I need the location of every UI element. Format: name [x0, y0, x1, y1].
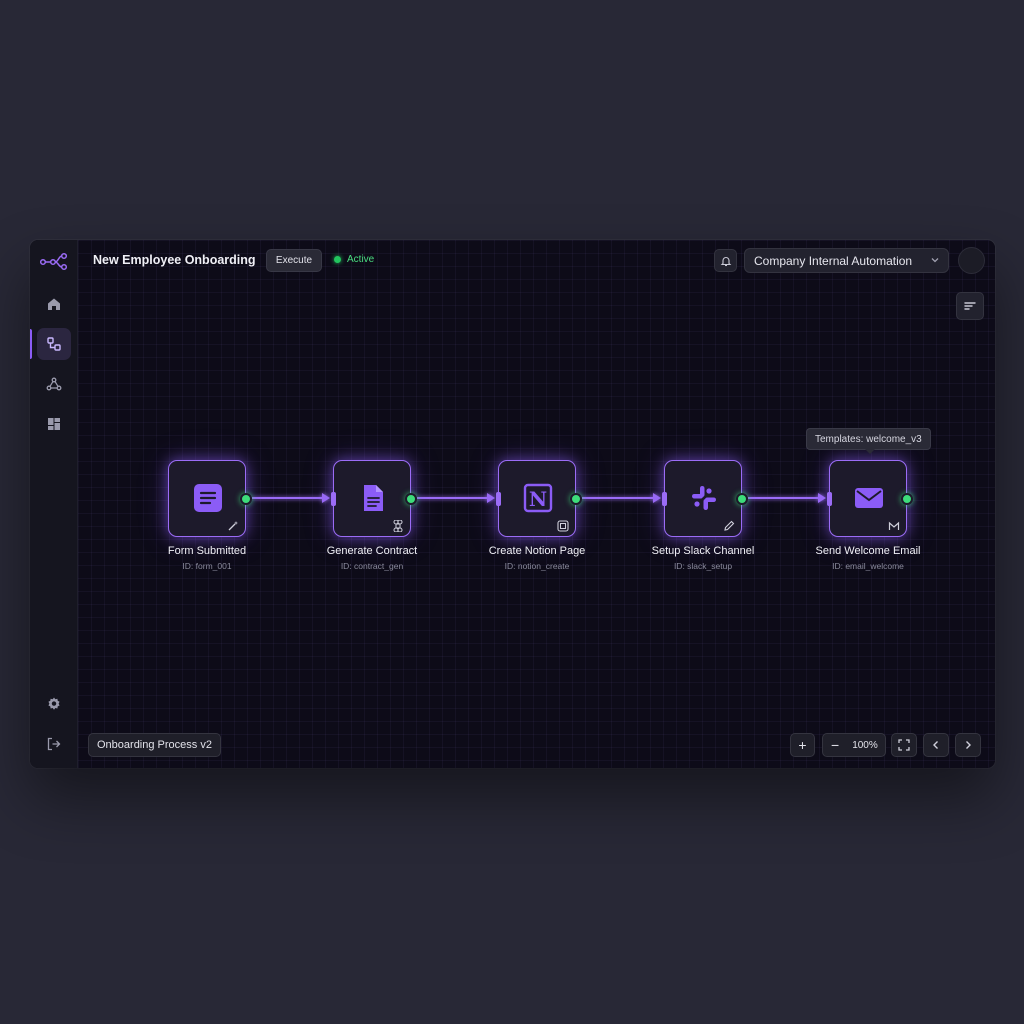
zoom-control: − 100%: [822, 733, 886, 757]
workflow-node[interactable]: [662, 460, 748, 537]
plus-icon: +: [798, 737, 807, 753]
workflow-node[interactable]: [168, 460, 252, 537]
node-label: Form Submitted: [167, 545, 247, 557]
workflow-icon[interactable]: [37, 328, 71, 360]
execute-button[interactable]: Execute: [266, 249, 322, 272]
home-icon[interactable]: [37, 288, 71, 320]
command-icon: [392, 519, 404, 533]
notion-small-icon: [557, 519, 569, 532]
top-bar: New Employee Onboarding Execute Active C…: [78, 240, 995, 282]
hierarchy-icon[interactable]: [37, 368, 71, 400]
status-dot-icon: [334, 256, 341, 263]
slack-icon: [689, 483, 719, 513]
wand-icon: [227, 519, 239, 531]
workflow-node[interactable]: [827, 460, 913, 537]
node-label: Setup Slack Channel: [651, 545, 755, 557]
panel-toggle-button[interactable]: [956, 292, 984, 320]
zoom-in-button[interactable]: +: [790, 733, 815, 757]
bell-icon: [720, 256, 731, 266]
previous-button[interactable]: [923, 733, 949, 757]
input-port[interactable]: [331, 492, 336, 506]
node-id: ID: form_001: [182, 561, 232, 571]
workflow-canvas[interactable]: N Form Submitted ID: form_001 Generate C…: [78, 240, 995, 768]
version-label[interactable]: Onboarding Process v2: [88, 733, 221, 757]
workflow-node[interactable]: [331, 460, 417, 537]
node-label: Send Welcome Email: [815, 545, 921, 557]
chevron-down-icon: [931, 258, 939, 263]
status-label: Active: [347, 254, 375, 265]
chevron-right-icon: [966, 741, 971, 749]
fit-view-button[interactable]: [891, 733, 917, 757]
logo-workflow-icon[interactable]: [37, 245, 71, 277]
output-port[interactable]: [570, 493, 582, 505]
gear-icon[interactable]: [37, 688, 71, 720]
output-port[interactable]: [736, 493, 748, 505]
input-port[interactable]: [662, 492, 667, 506]
node-id: ID: slack_setup: [673, 561, 733, 571]
output-port[interactable]: [405, 493, 417, 505]
fullscreen-icon: [898, 739, 910, 751]
svg-text:N: N: [529, 487, 547, 511]
mail-icon: [854, 483, 884, 513]
document-icon: [358, 483, 388, 513]
input-port[interactable]: [496, 492, 501, 506]
node-label: Create Notion Page: [488, 545, 586, 557]
app-window: N Form Submitted ID: form_001 Generate C…: [30, 240, 995, 768]
pencil-icon: [723, 519, 735, 531]
node-id: ID: notion_create: [504, 561, 570, 571]
sidebar: [30, 240, 78, 768]
active-indicator: [30, 329, 32, 359]
workflow-node[interactable]: N: [496, 460, 582, 537]
output-port[interactable]: [901, 493, 913, 505]
node-label: Generate Contract: [326, 545, 418, 557]
zoom-out-button[interactable]: −: [831, 737, 839, 753]
logout-icon[interactable]: [37, 728, 71, 760]
filter-icon: [964, 302, 976, 310]
next-button[interactable]: [955, 733, 981, 757]
zoom-level: 100%: [852, 739, 878, 751]
node-id: ID: contract_gen: [340, 561, 404, 571]
workspace-name: Company Internal Automation: [754, 253, 913, 268]
notifications-button[interactable]: [714, 249, 737, 272]
output-port[interactable]: [240, 493, 252, 505]
chevron-left-icon: [933, 741, 938, 749]
workflow-title: New Employee Onboarding: [93, 253, 256, 267]
form-icon: [193, 483, 223, 513]
node-id: ID: email_welcome: [832, 561, 904, 571]
gmail-icon: [888, 519, 900, 531]
template-tooltip: Templates: welcome_v3: [806, 428, 931, 454]
input-port[interactable]: [827, 492, 832, 506]
dashboard-icon[interactable]: [37, 408, 71, 440]
avatar[interactable]: [958, 247, 985, 274]
workspace-select[interactable]: Company Internal Automation: [744, 248, 949, 273]
status-badge: Active: [334, 254, 374, 265]
notion-icon: N: [523, 483, 553, 513]
